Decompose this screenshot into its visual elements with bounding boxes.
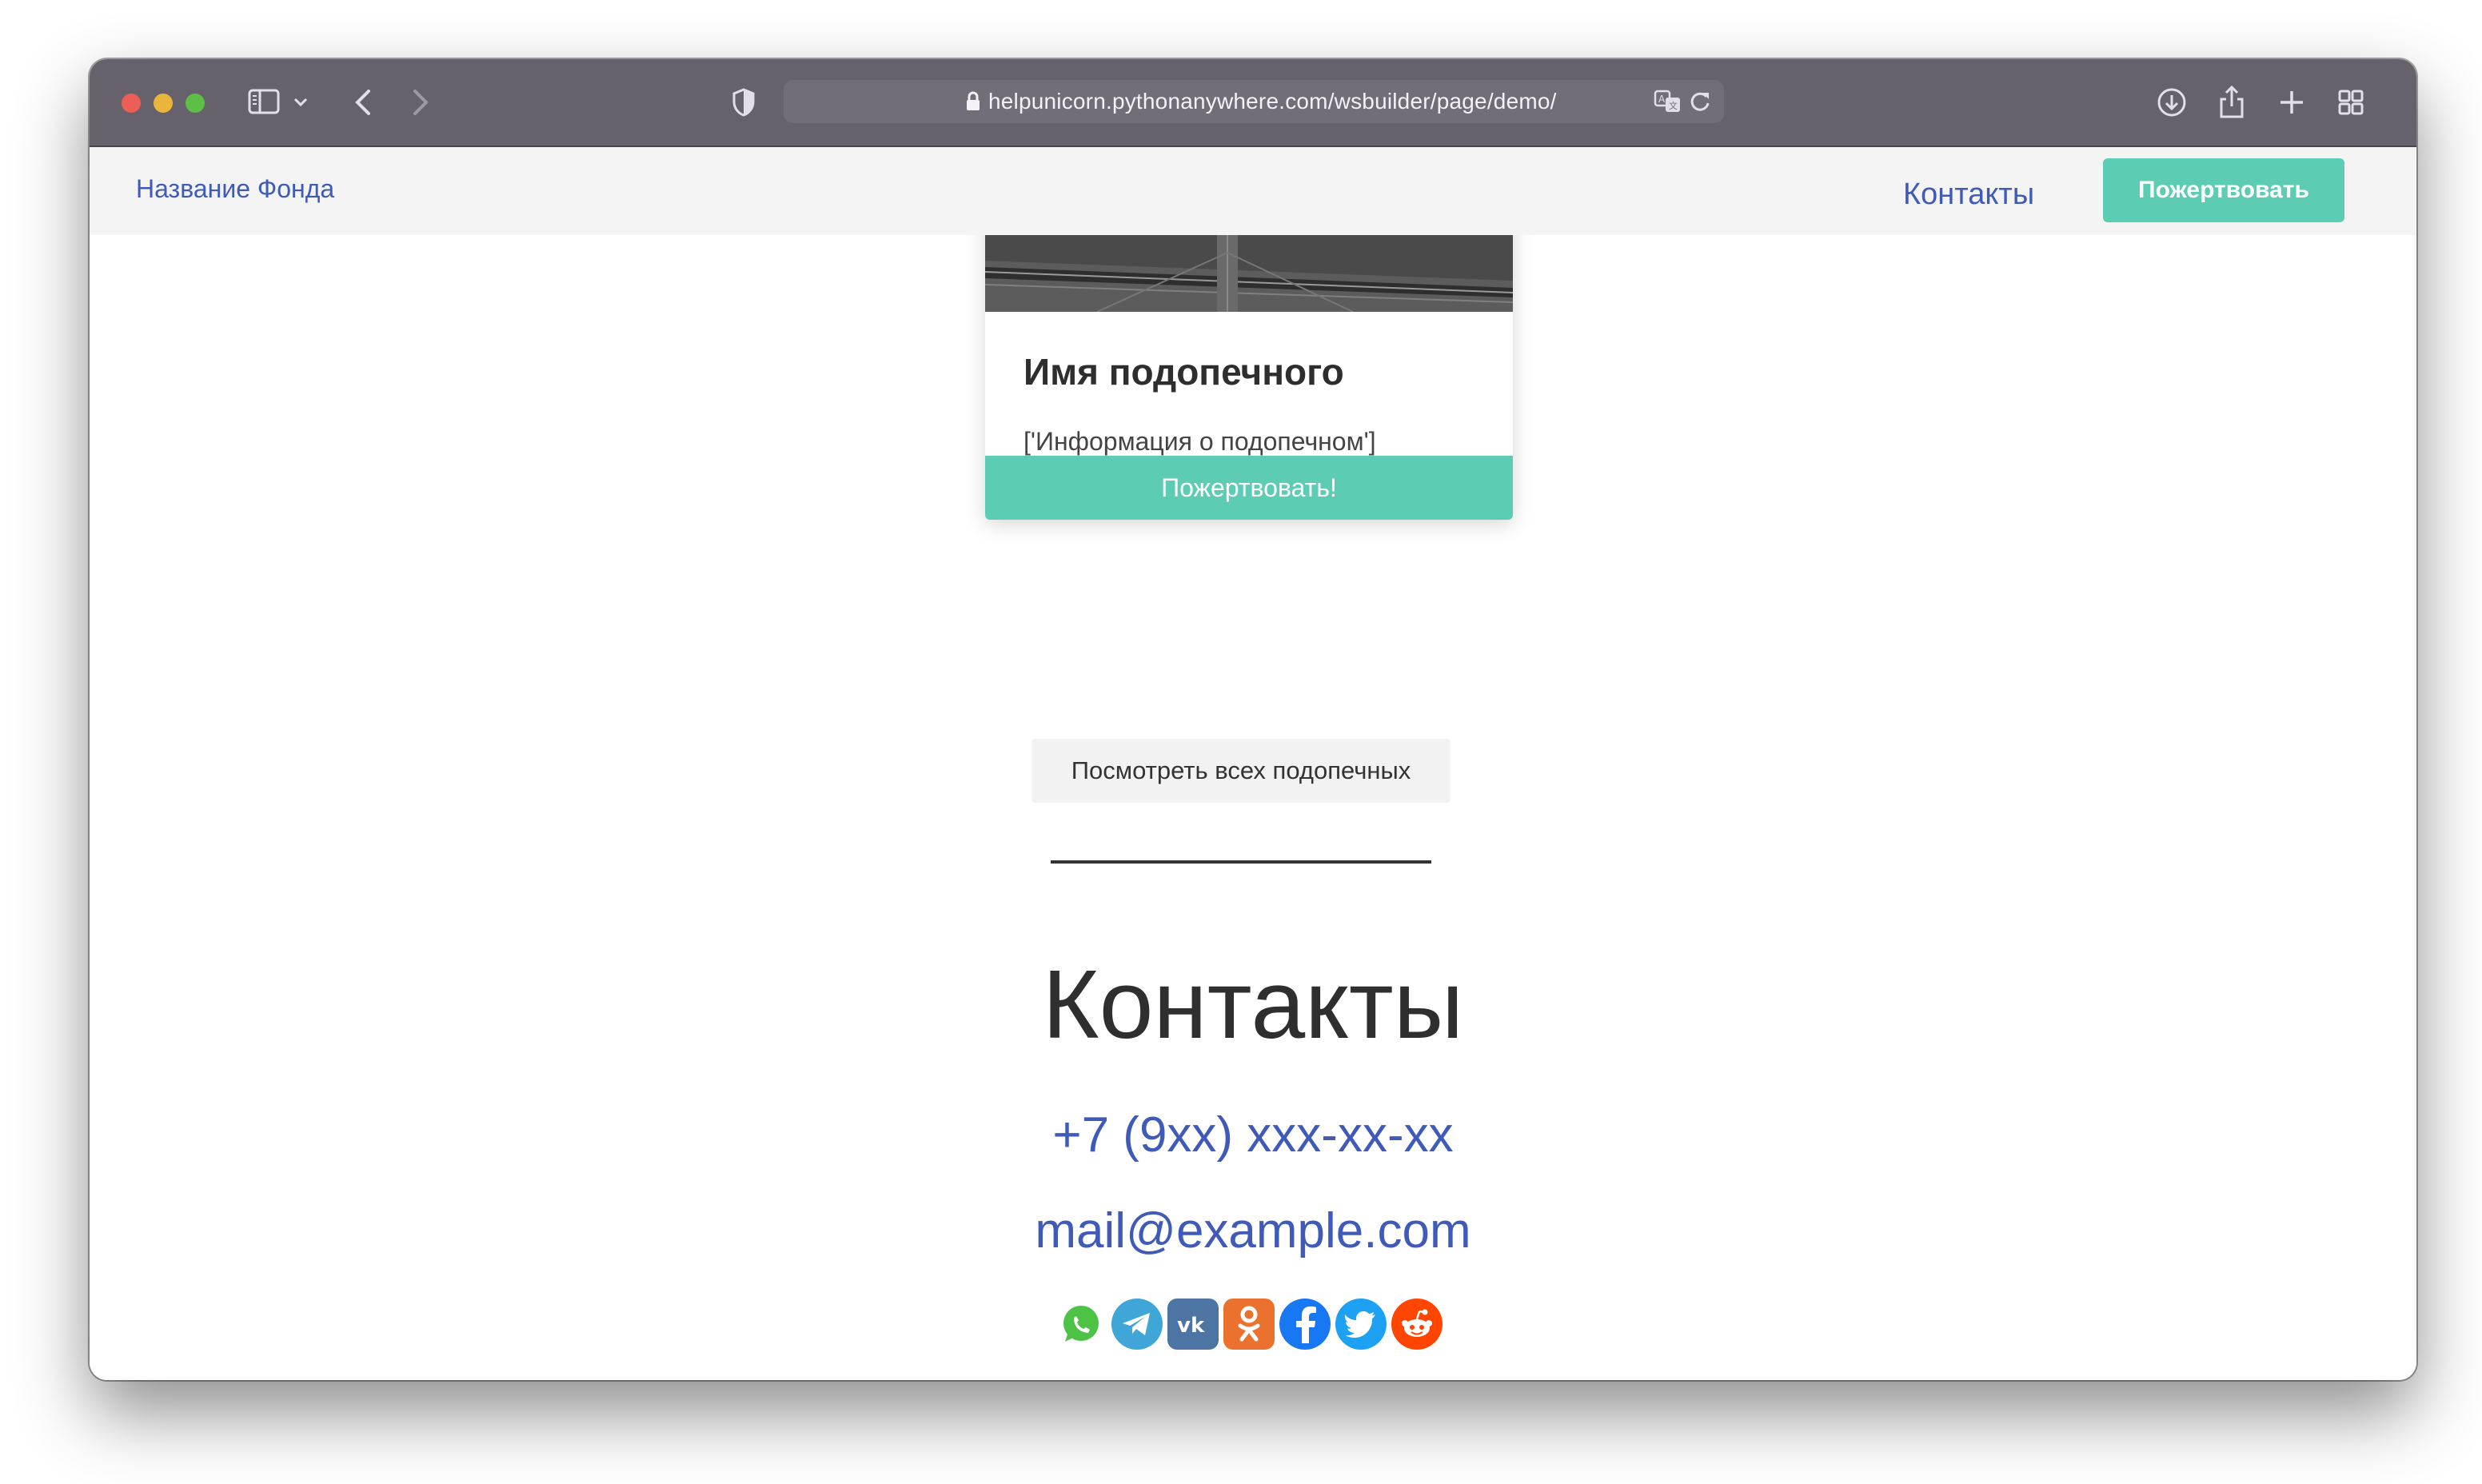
email-link[interactable]: mail@example.com bbox=[90, 1203, 2416, 1259]
contacts-heading: Контакты bbox=[1042, 950, 1464, 1059]
donate-button[interactable]: Пожертвовать bbox=[2103, 158, 2344, 222]
sidebar-icon[interactable] bbox=[248, 88, 280, 115]
social-share-bar: vk bbox=[1055, 1298, 1443, 1350]
zoom-window-button[interactable] bbox=[186, 94, 205, 113]
whatsapp-icon[interactable] bbox=[1055, 1298, 1107, 1350]
reload-icon[interactable] bbox=[1689, 90, 1713, 114]
chevron-left-icon[interactable] bbox=[347, 86, 379, 118]
telegram-icon[interactable] bbox=[1111, 1298, 1163, 1350]
card-donate-button[interactable]: Пожертвовать! bbox=[985, 456, 1513, 520]
tab-grid-icon[interactable] bbox=[2333, 85, 2368, 120]
nav-contacts-link[interactable]: Контакты bbox=[1903, 178, 2034, 212]
beneficiary-info: ['Информация о подопечном'] bbox=[1024, 427, 1376, 456]
translate-icon[interactable]: A文 bbox=[1654, 90, 1682, 114]
chevron-down-icon[interactable] bbox=[289, 91, 312, 114]
vk-icon[interactable]: vk bbox=[1167, 1298, 1219, 1350]
brand-link[interactable]: Название Фонда bbox=[136, 174, 334, 204]
beneficiary-name: Имя подопечного bbox=[1024, 351, 1344, 393]
section-divider bbox=[1051, 860, 1431, 864]
shield-icon[interactable] bbox=[728, 86, 760, 118]
page-viewport: Название Фонда Контакты Пожертвовать Имя bbox=[90, 147, 2416, 1380]
svg-text:文: 文 bbox=[1669, 100, 1678, 111]
twitter-icon[interactable] bbox=[1335, 1298, 1387, 1350]
address-bar[interactable]: helpunicorn.pythonanywhere.com/wsbuilder… bbox=[784, 80, 1724, 123]
share-icon[interactable] bbox=[2215, 83, 2249, 122]
site-navbar: Название Фонда Контакты Пожертвовать bbox=[90, 147, 2416, 235]
odnoklassniki-icon[interactable] bbox=[1223, 1298, 1275, 1350]
chevron-right-icon[interactable] bbox=[405, 86, 437, 118]
reddit-icon[interactable] bbox=[1391, 1298, 1443, 1350]
browser-toolbar: helpunicorn.pythonanywhere.com/wsbuilder… bbox=[90, 59, 2416, 147]
svg-text:A: A bbox=[1658, 94, 1666, 105]
svg-text:vk: vk bbox=[1177, 1314, 1205, 1336]
view-all-button[interactable]: Посмотреть всех подопечных bbox=[1032, 739, 1450, 803]
plus-icon[interactable] bbox=[2274, 85, 2309, 120]
browser-window: helpunicorn.pythonanywhere.com/wsbuilder… bbox=[90, 59, 2416, 1380]
close-window-button[interactable] bbox=[122, 94, 141, 113]
lock-icon bbox=[964, 90, 987, 113]
minimize-window-button[interactable] bbox=[154, 94, 173, 113]
facebook-icon[interactable] bbox=[1279, 1298, 1331, 1350]
download-icon[interactable] bbox=[2154, 85, 2189, 120]
url-text: helpunicorn.pythonanywhere.com/wsbuilder… bbox=[988, 89, 1557, 114]
phone-link[interactable]: +7 (9xx) xxx-xx-xx bbox=[90, 1107, 2416, 1163]
